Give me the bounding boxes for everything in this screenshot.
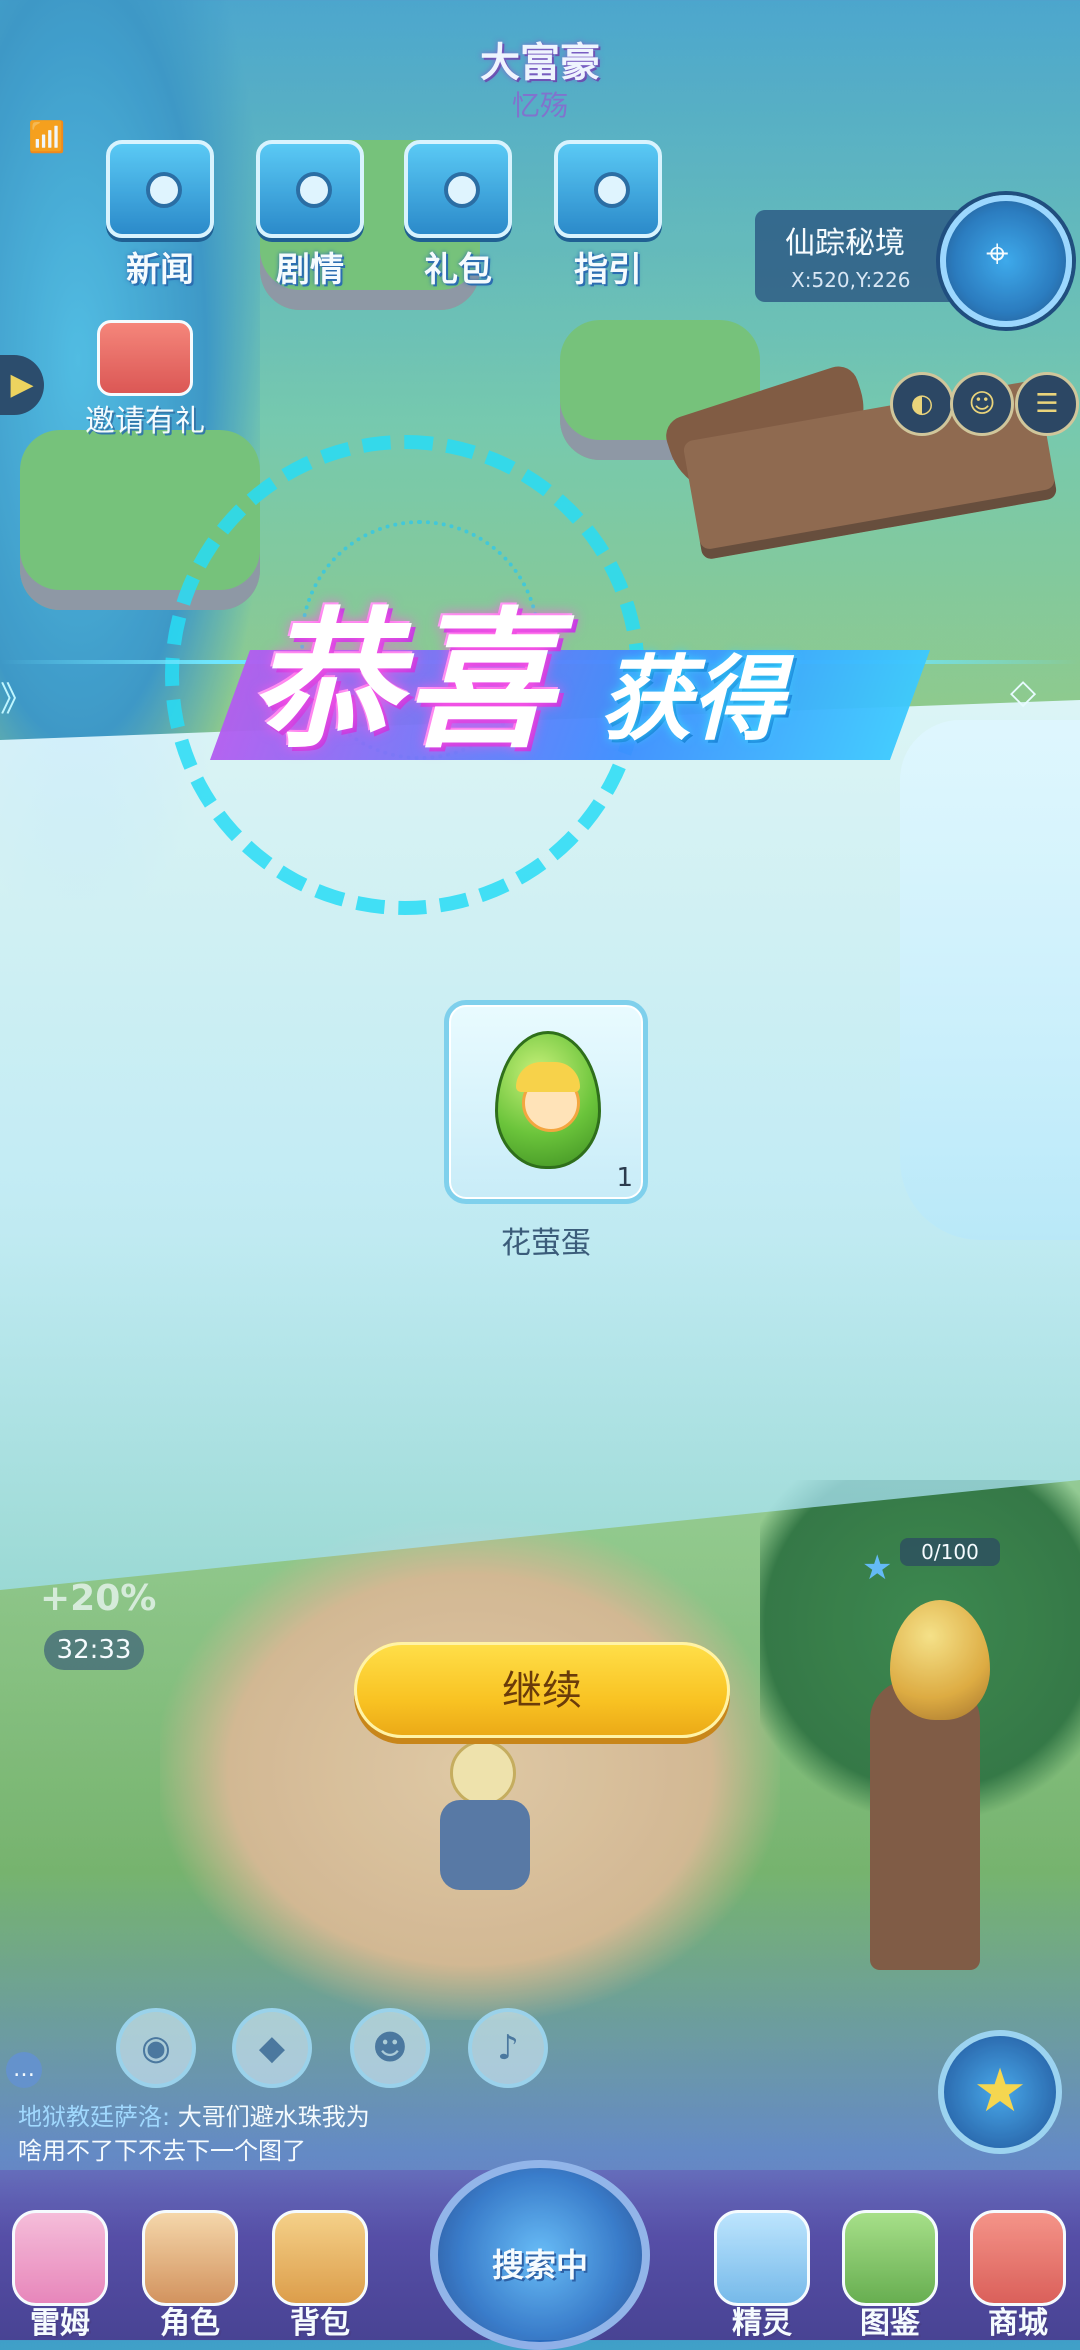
continue-button[interactable]: 继续 — [354, 1642, 730, 1738]
chevron-left-icon: 》 — [0, 680, 34, 720]
firefly-egg-icon — [495, 1031, 601, 1169]
congrats-title: 恭喜 — [250, 595, 559, 769]
diamond-icon: ◇ — [1010, 672, 1037, 712]
reward-item-card[interactable]: 1 — [444, 1000, 648, 1204]
reward-item-count: 1 — [616, 1163, 633, 1193]
reward-item-name: 花萤蛋 — [501, 1226, 591, 1261]
obtained-title: 获得 — [600, 646, 785, 753]
